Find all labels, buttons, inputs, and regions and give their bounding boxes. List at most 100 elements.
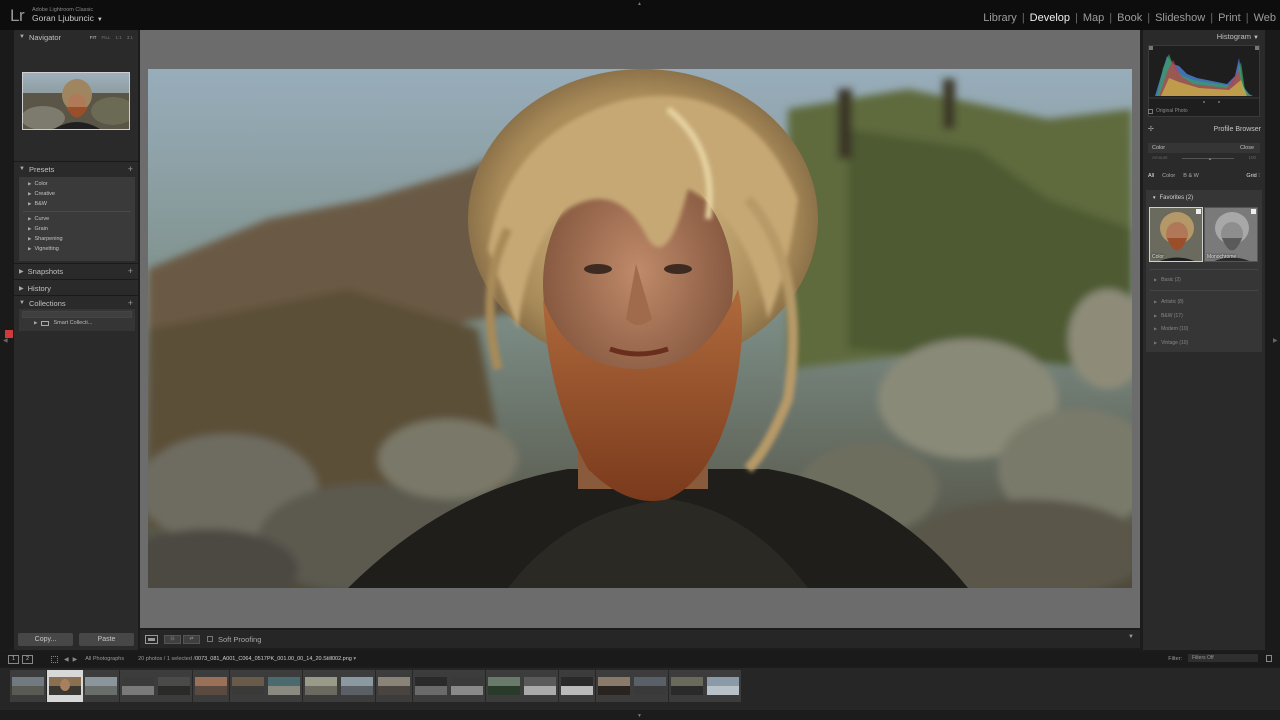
soft-proofing-checkbox[interactable] (207, 636, 213, 642)
profile-group-vintage[interactable]: ▶ Vintage (10) (1154, 340, 1188, 346)
filmstrip-thumbnail[interactable] (156, 670, 193, 702)
preset-folder-vignetting[interactable]: ▶ Vignetting (19, 244, 135, 254)
filter-color[interactable]: Color (1162, 173, 1175, 179)
filter-all[interactable]: All (1148, 173, 1154, 179)
histogram-header[interactable]: Histogram ▼ (1217, 32, 1259, 41)
zoom-fit[interactable]: FIT (90, 35, 97, 40)
histogram[interactable] (1148, 45, 1260, 117)
preset-folder-bw[interactable]: ▶ B&W (19, 199, 135, 209)
smart-collection-item[interactable]: ▶ Smart Collecti... (34, 320, 92, 326)
original-photo-toggle[interactable]: Original Photo (1148, 108, 1188, 114)
user-name[interactable]: Goran Ljubuncic ▼ (32, 13, 103, 25)
filmstrip-thumbnail[interactable] (449, 670, 486, 702)
preset-folder-color[interactable]: ▶ Color (19, 179, 135, 189)
preset-folder-sharpening[interactable]: ▶ Sharpening (19, 234, 135, 244)
filter-select[interactable]: Filters Off (1188, 654, 1258, 662)
grid-view-icon[interactable] (51, 655, 58, 663)
amount-slider-knob[interactable]: ▲ (1208, 156, 1212, 161)
add-preset-icon[interactable]: + (128, 164, 133, 174)
filmstrip-thumbnail[interactable] (46, 670, 83, 702)
profile-close-button[interactable]: Close (1240, 145, 1254, 151)
module-library[interactable]: Library (983, 12, 1017, 24)
identity-plate[interactable]: Adobe Lightroom Classic Goran Ljubuncic ▼ (32, 7, 103, 25)
panel-toggle-left-icon[interactable]: ◀ (3, 337, 8, 344)
profile-group-modern[interactable]: ▶ Modern (10) (1154, 326, 1188, 332)
profile-thumb-monochrome[interactable]: Monochrome (1204, 207, 1258, 262)
collection-search-input[interactable] (22, 311, 132, 318)
filmstrip-info[interactable]: 20 photos / 1 selected /0073_081_A001_C0… (138, 656, 356, 662)
filmstrip-thumbnail[interactable] (119, 670, 156, 702)
grid-view-toggle[interactable]: Grid ⁝ (1246, 173, 1260, 179)
filmstrip (0, 668, 1280, 710)
filmstrip-thumbnail[interactable] (193, 670, 229, 702)
toolbar-menu-arrow-icon[interactable]: ▼ (1128, 634, 1134, 640)
filmstrip-thumbnail[interactable] (559, 670, 595, 702)
navigator-header[interactable]: ▼ Navigator FIT FILL 1:1 3:1 (14, 30, 138, 44)
right-panel: Histogram ▼ Original Photo ✢ Profile Bro… (1143, 30, 1265, 650)
filmstrip-thumbnail[interactable] (10, 670, 46, 702)
filmstrip-toolbar: 1 2 ◀ ▶ All Photographs 20 photos / 1 se… (0, 651, 1280, 667)
preset-folder-creative[interactable]: ▶ Creative (19, 189, 135, 199)
favorite-star-icon[interactable] (1196, 209, 1201, 214)
filmstrip-thumbnail[interactable] (266, 670, 303, 702)
filter-bw[interactable]: B & W (1183, 173, 1199, 179)
module-web[interactable]: Web (1254, 12, 1276, 24)
zoom-3-1[interactable]: 3:1 (127, 35, 133, 40)
filmstrip-thumbnail[interactable] (595, 670, 632, 702)
filmstrip-thumbnail[interactable] (522, 670, 559, 702)
presets-header[interactable]: ▼ Presets + (14, 162, 138, 176)
profile-amount-slider[interactable]: Amount ▲ 100 (1148, 154, 1260, 162)
filmstrip-thumbnail[interactable] (376, 670, 412, 702)
expand-triangle-icon: ▶ (28, 226, 32, 231)
module-develop[interactable]: Develop (1030, 12, 1070, 24)
navigator-preview[interactable] (22, 72, 130, 130)
filmstrip-thumbnail[interactable] (485, 670, 522, 702)
favorites-group-header[interactable]: ▼ Favorites (2) (1152, 195, 1193, 201)
preset-folder-curve[interactable]: ▶ Curve (19, 214, 135, 224)
collections-header[interactable]: ▼ Collections + (14, 296, 138, 310)
module-book[interactable]: Book (1117, 12, 1142, 24)
module-map[interactable]: Map (1083, 12, 1104, 24)
profile-group-artistic[interactable]: ▶ Artistic (8) (1154, 299, 1184, 305)
paste-button[interactable]: Paste (79, 633, 134, 646)
filmstrip-thumbnail[interactable] (229, 670, 266, 702)
before-after-icon[interactable]: ⊟ (164, 634, 181, 644)
filmstrip-thumbnail[interactable] (302, 670, 339, 702)
filmstrip-thumbnail[interactable] (668, 670, 705, 702)
current-profile-name[interactable]: Color (1152, 145, 1165, 151)
nav-back-icon[interactable]: ◀ (64, 656, 69, 663)
profile-group-bw[interactable]: ▶ B&W (17) (1154, 313, 1183, 319)
profile-thumb-color[interactable]: Color (1149, 207, 1203, 262)
copy-button[interactable]: Copy... (18, 633, 73, 646)
preset-folder-grain[interactable]: ▶ Grain (19, 224, 135, 234)
original-photo-checkbox[interactable] (1148, 108, 1153, 114)
nav-forward-icon[interactable]: ▶ (73, 656, 78, 663)
snapshots-header[interactable]: ▶ Snapshots + (14, 264, 138, 278)
add-collection-icon[interactable]: + (128, 298, 133, 308)
left-panel: ▼ Navigator FIT FILL 1:1 3:1 ▼ Presets +… (14, 30, 138, 650)
module-print[interactable]: Print (1218, 12, 1241, 24)
window-1-button[interactable]: 1 (8, 654, 19, 664)
panel-toggle-top-icon[interactable]: ▲ (637, 1, 642, 7)
profile-browser-back-icon[interactable]: ✢ (1148, 125, 1154, 133)
zoom-fill[interactable]: FILL (101, 35, 110, 40)
panel-toggle-bottom-icon[interactable]: ▼ (637, 713, 642, 719)
before-after-swap-icon[interactable]: ⇄ (183, 634, 200, 644)
filmstrip-thumbnail[interactable] (412, 670, 449, 702)
main-photo[interactable] (148, 69, 1132, 588)
add-snapshot-icon[interactable]: + (128, 266, 133, 276)
zoom-1-1[interactable]: 1:1 (115, 35, 121, 40)
filmstrip-thumbnail[interactable] (339, 670, 376, 702)
filmstrip-source[interactable]: All Photographs (85, 656, 124, 662)
history-header[interactable]: ▶ History (14, 281, 138, 295)
favorite-star-icon[interactable] (1251, 209, 1256, 214)
window-2-button[interactable]: 2 (22, 654, 33, 664)
loupe-view-icon[interactable] (145, 634, 158, 644)
filmstrip-thumbnail[interactable] (705, 670, 742, 702)
filmstrip-thumbnail[interactable] (632, 670, 669, 702)
filmstrip-thumbnail[interactable] (83, 670, 120, 702)
filter-lock-icon[interactable] (1266, 655, 1272, 662)
module-slideshow[interactable]: Slideshow (1155, 12, 1205, 24)
profile-group-basic[interactable]: ▶ Basic (2) (1154, 277, 1181, 283)
panel-toggle-right-icon[interactable]: ▶ (1273, 337, 1278, 344)
